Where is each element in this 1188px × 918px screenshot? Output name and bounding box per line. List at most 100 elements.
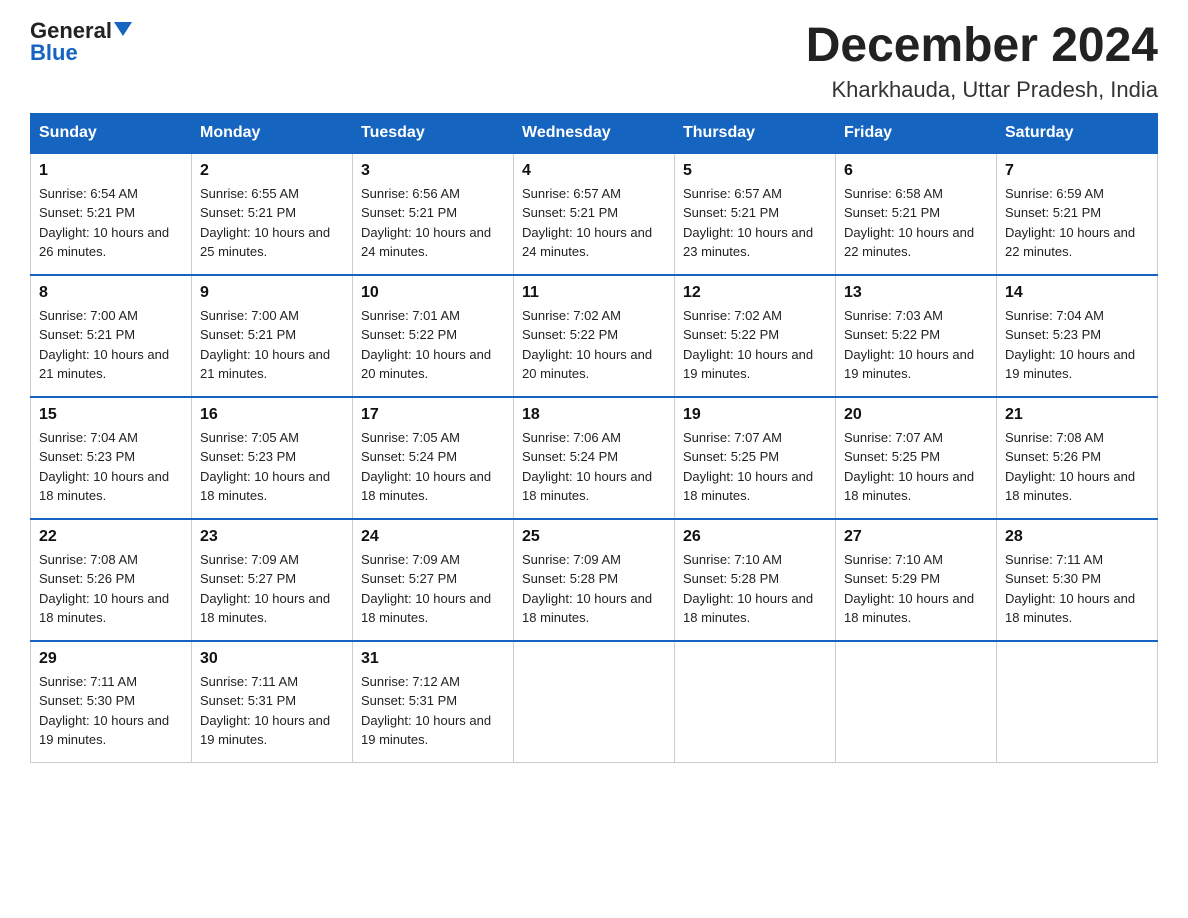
day-info: Sunrise: 7:08 AMSunset: 5:26 PMDaylight:… — [39, 552, 169, 626]
day-number: 4 — [522, 162, 666, 180]
calendar-cell: 23 Sunrise: 7:09 AMSunset: 5:27 PMDaylig… — [192, 519, 353, 641]
day-info: Sunrise: 7:11 AMSunset: 5:30 PMDaylight:… — [1005, 552, 1135, 626]
calendar-cell: 20 Sunrise: 7:07 AMSunset: 5:25 PMDaylig… — [836, 397, 997, 519]
calendar-cell: 29 Sunrise: 7:11 AMSunset: 5:30 PMDaylig… — [31, 641, 192, 763]
col-tuesday: Tuesday — [353, 113, 514, 153]
calendar-cell: 1 Sunrise: 6:54 AMSunset: 5:21 PMDayligh… — [31, 153, 192, 275]
col-thursday: Thursday — [675, 113, 836, 153]
day-number: 25 — [522, 528, 666, 546]
day-number: 31 — [361, 650, 505, 668]
day-info: Sunrise: 7:02 AMSunset: 5:22 PMDaylight:… — [522, 308, 652, 382]
day-number: 18 — [522, 406, 666, 424]
calendar-cell: 11 Sunrise: 7:02 AMSunset: 5:22 PMDaylig… — [514, 275, 675, 397]
day-number: 27 — [844, 528, 988, 546]
day-info: Sunrise: 7:00 AMSunset: 5:21 PMDaylight:… — [200, 308, 330, 382]
day-info: Sunrise: 7:08 AMSunset: 5:26 PMDaylight:… — [1005, 430, 1135, 504]
calendar-cell: 4 Sunrise: 6:57 AMSunset: 5:21 PMDayligh… — [514, 153, 675, 275]
calendar-cell: 7 Sunrise: 6:59 AMSunset: 5:21 PMDayligh… — [997, 153, 1158, 275]
calendar-cell: 22 Sunrise: 7:08 AMSunset: 5:26 PMDaylig… — [31, 519, 192, 641]
day-number: 24 — [361, 528, 505, 546]
day-number: 29 — [39, 650, 183, 668]
calendar-cell: 31 Sunrise: 7:12 AMSunset: 5:31 PMDaylig… — [353, 641, 514, 763]
col-wednesday: Wednesday — [514, 113, 675, 153]
day-info: Sunrise: 7:06 AMSunset: 5:24 PMDaylight:… — [522, 430, 652, 504]
day-info: Sunrise: 7:09 AMSunset: 5:27 PMDaylight:… — [361, 552, 491, 626]
day-info: Sunrise: 6:57 AMSunset: 5:21 PMDaylight:… — [522, 186, 652, 260]
calendar-cell: 6 Sunrise: 6:58 AMSunset: 5:21 PMDayligh… — [836, 153, 997, 275]
calendar-cell: 3 Sunrise: 6:56 AMSunset: 5:21 PMDayligh… — [353, 153, 514, 275]
day-info: Sunrise: 7:10 AMSunset: 5:29 PMDaylight:… — [844, 552, 974, 626]
title-block: December 2024 Kharkhauda, Uttar Pradesh,… — [806, 20, 1158, 103]
day-info: Sunrise: 7:01 AMSunset: 5:22 PMDaylight:… — [361, 308, 491, 382]
calendar-cell — [514, 641, 675, 763]
calendar-cell: 16 Sunrise: 7:05 AMSunset: 5:23 PMDaylig… — [192, 397, 353, 519]
day-info: Sunrise: 6:54 AMSunset: 5:21 PMDaylight:… — [39, 186, 169, 260]
day-info: Sunrise: 7:00 AMSunset: 5:21 PMDaylight:… — [39, 308, 169, 382]
day-number: 3 — [361, 162, 505, 180]
logo: General Blue — [30, 20, 132, 64]
col-sunday: Sunday — [31, 113, 192, 153]
day-number: 28 — [1005, 528, 1149, 546]
calendar-cell: 21 Sunrise: 7:08 AMSunset: 5:26 PMDaylig… — [997, 397, 1158, 519]
calendar-cell: 18 Sunrise: 7:06 AMSunset: 5:24 PMDaylig… — [514, 397, 675, 519]
day-info: Sunrise: 7:07 AMSunset: 5:25 PMDaylight:… — [683, 430, 813, 504]
calendar-cell — [997, 641, 1158, 763]
day-number: 1 — [39, 162, 183, 180]
calendar-week-row: 1 Sunrise: 6:54 AMSunset: 5:21 PMDayligh… — [31, 153, 1158, 275]
logo-triangle-icon — [114, 22, 132, 36]
calendar-week-row: 15 Sunrise: 7:04 AMSunset: 5:23 PMDaylig… — [31, 397, 1158, 519]
day-number: 19 — [683, 406, 827, 424]
calendar-cell — [836, 641, 997, 763]
calendar-header-row: Sunday Monday Tuesday Wednesday Thursday… — [31, 113, 1158, 153]
day-info: Sunrise: 6:57 AMSunset: 5:21 PMDaylight:… — [683, 186, 813, 260]
logo-general: General — [30, 20, 112, 42]
day-info: Sunrise: 7:07 AMSunset: 5:25 PMDaylight:… — [844, 430, 974, 504]
calendar-cell: 17 Sunrise: 7:05 AMSunset: 5:24 PMDaylig… — [353, 397, 514, 519]
calendar-cell: 5 Sunrise: 6:57 AMSunset: 5:21 PMDayligh… — [675, 153, 836, 275]
day-number: 30 — [200, 650, 344, 668]
calendar-cell: 24 Sunrise: 7:09 AMSunset: 5:27 PMDaylig… — [353, 519, 514, 641]
calendar-cell — [675, 641, 836, 763]
calendar-cell: 15 Sunrise: 7:04 AMSunset: 5:23 PMDaylig… — [31, 397, 192, 519]
calendar-cell: 26 Sunrise: 7:10 AMSunset: 5:28 PMDaylig… — [675, 519, 836, 641]
calendar-week-row: 29 Sunrise: 7:11 AMSunset: 5:30 PMDaylig… — [31, 641, 1158, 763]
day-number: 5 — [683, 162, 827, 180]
day-number: 13 — [844, 284, 988, 302]
calendar-cell: 12 Sunrise: 7:02 AMSunset: 5:22 PMDaylig… — [675, 275, 836, 397]
day-number: 16 — [200, 406, 344, 424]
day-number: 12 — [683, 284, 827, 302]
day-info: Sunrise: 7:05 AMSunset: 5:24 PMDaylight:… — [361, 430, 491, 504]
calendar-week-row: 8 Sunrise: 7:00 AMSunset: 5:21 PMDayligh… — [31, 275, 1158, 397]
day-number: 21 — [1005, 406, 1149, 424]
day-number: 9 — [200, 284, 344, 302]
day-number: 17 — [361, 406, 505, 424]
calendar-cell: 25 Sunrise: 7:09 AMSunset: 5:28 PMDaylig… — [514, 519, 675, 641]
calendar-cell: 9 Sunrise: 7:00 AMSunset: 5:21 PMDayligh… — [192, 275, 353, 397]
day-number: 26 — [683, 528, 827, 546]
day-info: Sunrise: 7:09 AMSunset: 5:28 PMDaylight:… — [522, 552, 652, 626]
day-info: Sunrise: 7:04 AMSunset: 5:23 PMDaylight:… — [1005, 308, 1135, 382]
day-info: Sunrise: 7:09 AMSunset: 5:27 PMDaylight:… — [200, 552, 330, 626]
day-info: Sunrise: 7:10 AMSunset: 5:28 PMDaylight:… — [683, 552, 813, 626]
day-number: 10 — [361, 284, 505, 302]
calendar-cell: 13 Sunrise: 7:03 AMSunset: 5:22 PMDaylig… — [836, 275, 997, 397]
location-title: Kharkhauda, Uttar Pradesh, India — [806, 77, 1158, 103]
calendar-table: Sunday Monday Tuesday Wednesday Thursday… — [30, 113, 1158, 763]
day-info: Sunrise: 7:11 AMSunset: 5:30 PMDaylight:… — [39, 674, 169, 748]
calendar-week-row: 22 Sunrise: 7:08 AMSunset: 5:26 PMDaylig… — [31, 519, 1158, 641]
day-info: Sunrise: 7:02 AMSunset: 5:22 PMDaylight:… — [683, 308, 813, 382]
day-number: 6 — [844, 162, 988, 180]
calendar-cell: 10 Sunrise: 7:01 AMSunset: 5:22 PMDaylig… — [353, 275, 514, 397]
day-number: 20 — [844, 406, 988, 424]
day-info: Sunrise: 7:04 AMSunset: 5:23 PMDaylight:… — [39, 430, 169, 504]
day-info: Sunrise: 6:55 AMSunset: 5:21 PMDaylight:… — [200, 186, 330, 260]
day-info: Sunrise: 6:56 AMSunset: 5:21 PMDaylight:… — [361, 186, 491, 260]
calendar-cell: 28 Sunrise: 7:11 AMSunset: 5:30 PMDaylig… — [997, 519, 1158, 641]
day-number: 22 — [39, 528, 183, 546]
day-number: 7 — [1005, 162, 1149, 180]
day-info: Sunrise: 7:11 AMSunset: 5:31 PMDaylight:… — [200, 674, 330, 748]
day-number: 8 — [39, 284, 183, 302]
calendar-cell: 30 Sunrise: 7:11 AMSunset: 5:31 PMDaylig… — [192, 641, 353, 763]
day-number: 11 — [522, 284, 666, 302]
day-number: 23 — [200, 528, 344, 546]
